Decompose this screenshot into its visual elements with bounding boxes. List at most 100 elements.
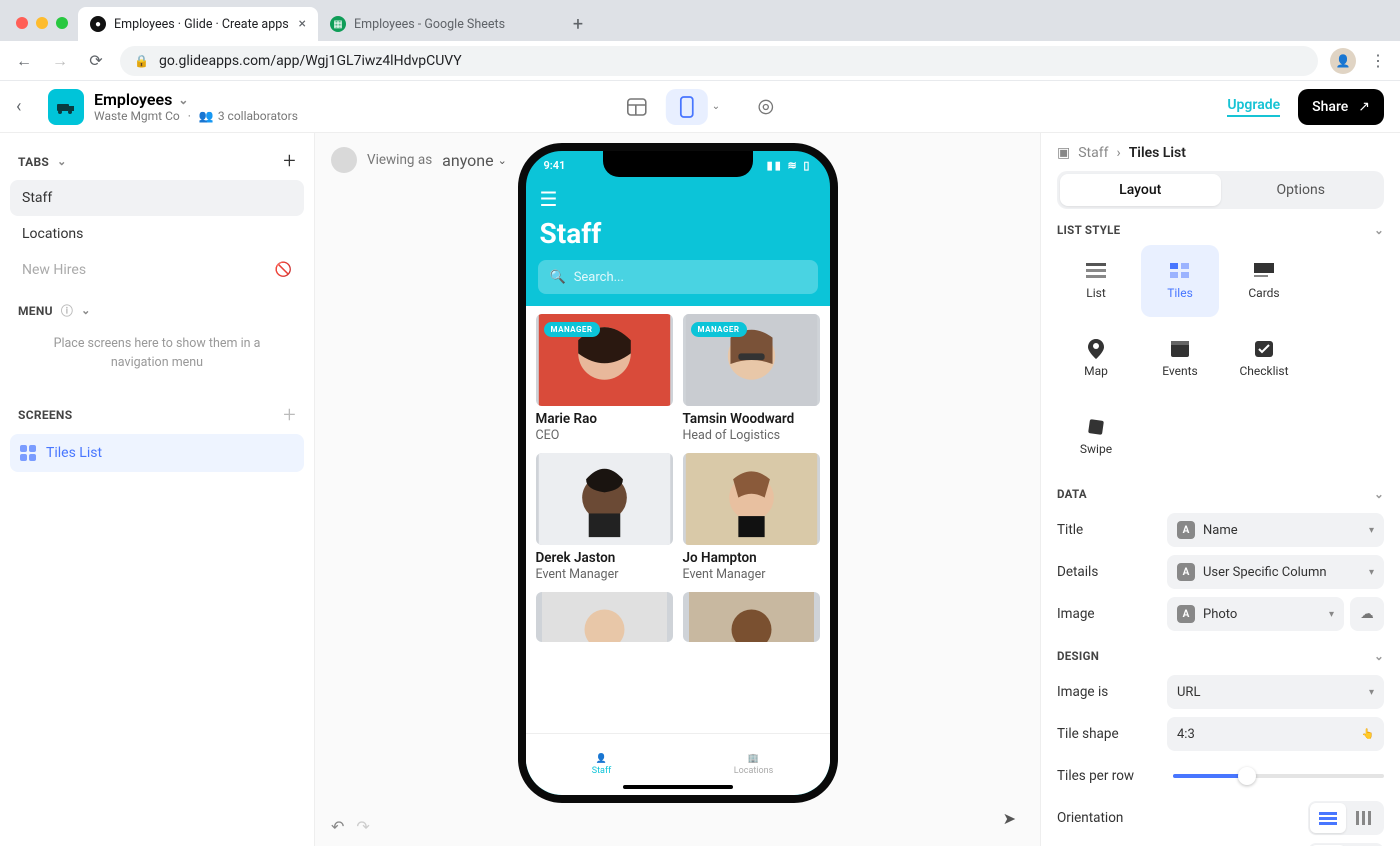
screen-tiles-list[interactable]: Tiles List [10, 434, 304, 472]
upload-image-button[interactable]: ☁ [1350, 597, 1384, 631]
image-is-select[interactable]: URL▾ [1167, 675, 1384, 709]
checklist-icon [1253, 340, 1275, 358]
home-indicator [623, 785, 733, 789]
browser-menu-icon[interactable]: ⋮ [1368, 51, 1388, 70]
forward-button[interactable]: → [48, 49, 72, 73]
tile-card[interactable] [683, 592, 820, 642]
app-name-row[interactable]: Employees ⌄ [94, 90, 298, 109]
device-phone[interactable] [666, 89, 708, 125]
add-tab-button[interactable]: + [283, 149, 296, 174]
tiles-per-row-slider[interactable] [1173, 774, 1384, 778]
manager-badge: MANAGER [544, 322, 600, 337]
profile-avatar[interactable]: 👤 [1330, 48, 1356, 74]
menu-header[interactable]: MENU ⓘ ⌄ [10, 296, 304, 325]
new-tab-button[interactable]: + [564, 10, 592, 38]
image-column-select[interactable]: APhoto▾ [1167, 597, 1344, 631]
style-events[interactable]: Events [1141, 323, 1219, 395]
address-bar: ← → ⟳ 🔒 go.glideapps.com/app/Wgj1GL7iwz4… [0, 41, 1400, 81]
add-screen-button[interactable]: + [283, 403, 296, 428]
chevron-down-icon: ⌄ [1374, 487, 1384, 501]
tile-shape-select[interactable]: 4:3👆 [1167, 717, 1384, 751]
design-section[interactable]: DESIGN ⌄ [1057, 649, 1384, 663]
people-icon: 👥 [199, 109, 214, 123]
favicon-glide: ● [90, 16, 106, 32]
org-name: Waste Mgmt Co [94, 109, 180, 123]
style-cards[interactable]: Cards [1225, 245, 1303, 317]
style-tiles[interactable]: Tiles [1141, 245, 1219, 317]
tile-card[interactable]: MANAGER Marie Rao CEO [536, 314, 673, 443]
breadcrumb[interactable]: ▣ Staff › Tiles List [1057, 145, 1384, 161]
close-tab-icon[interactable]: × [299, 16, 306, 32]
manager-badge: MANAGER [691, 322, 747, 337]
details-column-select[interactable]: AUser Specific Column▾ [1167, 555, 1384, 589]
viewing-as-picker[interactable]: anyone ⌄ [442, 151, 507, 170]
tiles-icon [20, 445, 36, 461]
menu-dropzone[interactable]: Place screens here to show them in a nav… [10, 325, 304, 383]
upgrade-link[interactable]: Upgrade [1227, 97, 1280, 117]
search-icon: 🔍 [550, 270, 566, 285]
style-swipe[interactable]: Swipe [1057, 401, 1135, 473]
url-input[interactable]: 🔒 go.glideapps.com/app/Wgj1GL7iwz4lHdvpC… [120, 46, 1318, 76]
hidden-icon: 🚫 [275, 262, 292, 278]
maximize-window[interactable] [56, 17, 68, 29]
browser-tab-glide[interactable]: ● Employees · Glide · Create apps × [78, 7, 318, 41]
redo-button[interactable]: ↷ [356, 817, 369, 836]
list-icon [1085, 262, 1107, 280]
data-section[interactable]: DATA ⌄ [1057, 487, 1384, 501]
close-window[interactable] [16, 17, 28, 29]
orientation-horizontal[interactable] [1310, 803, 1346, 833]
tile-card[interactable]: MANAGER Tamsin Woodward Head of Logistic… [683, 314, 820, 443]
chevron-right-icon: › [1116, 145, 1120, 161]
url-text: go.glideapps.com/app/Wgj1GL7iwz4lHdvpCUV… [159, 53, 462, 69]
reload-button[interactable]: ⟳ [84, 49, 108, 73]
tile-image: MANAGER [683, 314, 820, 406]
tabs-header[interactable]: TABS ⌄ + [10, 143, 304, 180]
tile-card[interactable] [536, 592, 673, 642]
tab-locations[interactable]: Locations [10, 216, 304, 252]
tile-image [536, 592, 673, 642]
undo-button[interactable]: ↶ [331, 817, 344, 836]
external-link-icon: ↗ [1358, 99, 1370, 115]
list-style-section[interactable]: LIST STYLE ⌄ [1057, 223, 1384, 237]
tile-card[interactable]: Jo Hampton Event Manager [683, 453, 820, 582]
device-caret-icon[interactable]: ⌄ [712, 101, 720, 112]
style-map[interactable]: Map [1057, 323, 1135, 395]
tile-card[interactable]: Derek Jaston Event Manager [536, 453, 673, 582]
phone-preview: 9:41 ▮▮ ≋ ▯ ☰ Staff 🔍 Search... MANAGER [518, 143, 838, 803]
screens-header[interactable]: SCREENS + [10, 397, 304, 434]
tab-layout[interactable]: Layout [1060, 174, 1221, 206]
style-checklist[interactable]: Checklist [1225, 323, 1303, 395]
caret-down-icon: ▾ [1369, 525, 1374, 536]
minimize-window[interactable] [36, 17, 48, 29]
caret-down-icon: ▾ [1369, 567, 1374, 578]
tab-title: Employees · Glide · Create apps [114, 17, 289, 32]
settings-button[interactable] [748, 97, 784, 117]
swipe-icon [1085, 418, 1107, 436]
style-list[interactable]: List [1057, 245, 1135, 317]
search-placeholder: Search... [574, 270, 624, 285]
tab-options[interactable]: Options [1221, 174, 1382, 206]
undo-redo: ↶ ↷ [331, 817, 370, 836]
caret-down-icon: ▾ [1369, 687, 1374, 698]
title-column-select[interactable]: AName▾ [1167, 513, 1384, 547]
window-controls[interactable] [16, 17, 68, 29]
search-field[interactable]: 🔍 Search... [538, 260, 818, 294]
cursor-icon: ➤ [1003, 809, 1016, 828]
back-button[interactable]: ← [12, 49, 36, 73]
tab-staff[interactable]: Staff [10, 180, 304, 216]
share-button[interactable]: Share ↗ [1298, 89, 1384, 125]
chevron-down-icon: ⌄ [1374, 649, 1384, 663]
app-name: Employees [94, 90, 172, 109]
tiles-content[interactable]: MANAGER Marie Rao CEO MANAGER Tamsin Woo… [526, 306, 830, 766]
hamburger-icon[interactable]: ☰ [526, 181, 830, 211]
device-tablet[interactable] [616, 89, 658, 125]
orientation-vertical[interactable] [1346, 803, 1382, 833]
status-icons: ▮▮ ≋ ▯ [767, 159, 812, 181]
calendar-icon [1169, 340, 1191, 358]
browser-tab-sheets[interactable]: ▦ Employees - Google Sheets [318, 7, 558, 41]
chevron-down-icon: ⌄ [178, 93, 188, 107]
tab-new-hires[interactable]: New Hires 🚫 [10, 252, 304, 288]
tiles-icon [1169, 262, 1191, 280]
app-back-button[interactable]: ‹ [16, 96, 38, 117]
collaborators[interactable]: 👥 3 collaborators [199, 109, 298, 123]
